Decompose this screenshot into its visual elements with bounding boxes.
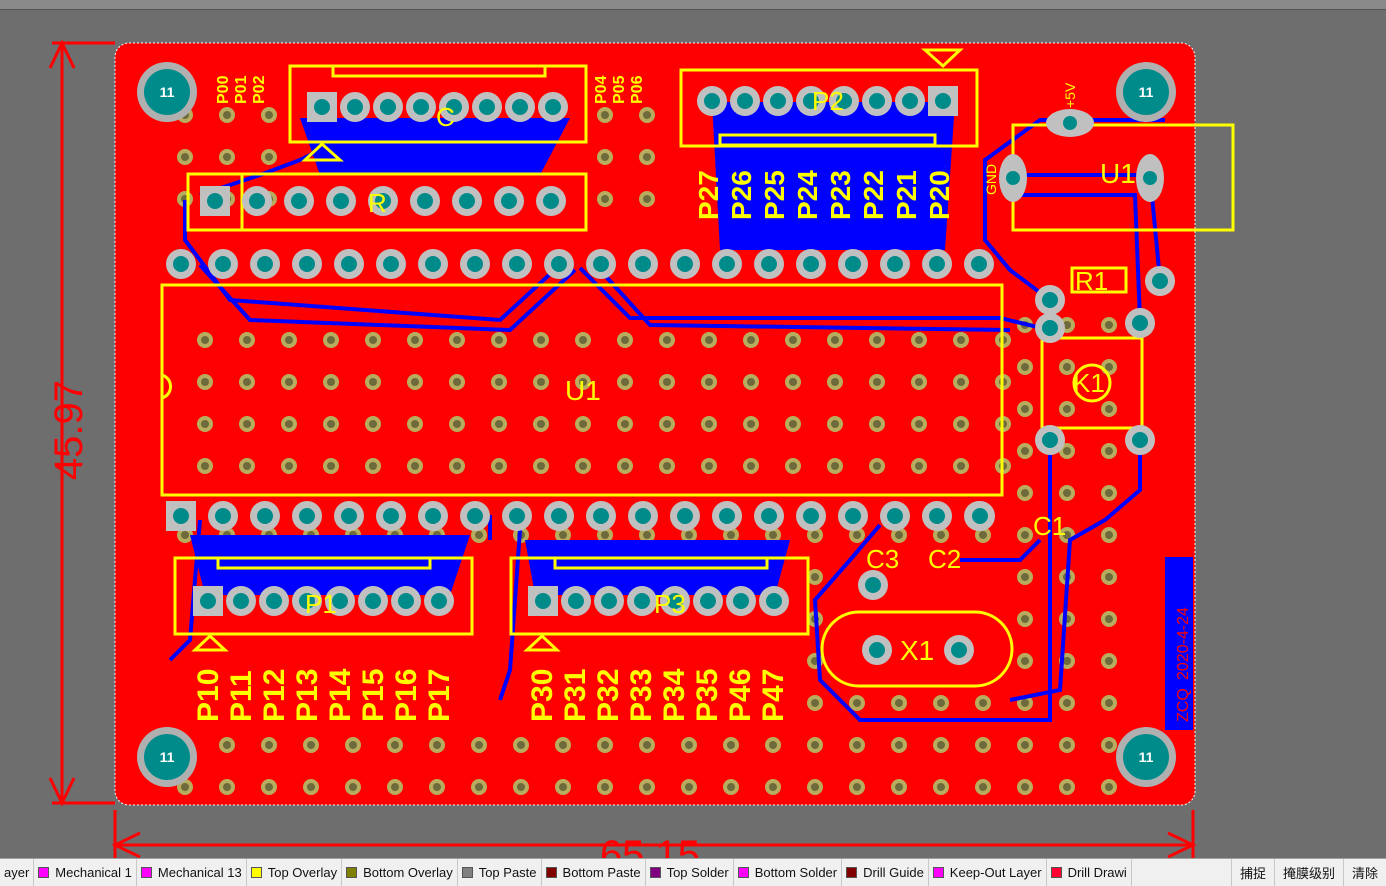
layer-color-swatch	[461, 867, 473, 878]
height-dimension-text: 45.97	[47, 380, 91, 480]
label-gnd: GND	[983, 164, 999, 195]
designator-c2: C2	[928, 544, 961, 574]
date-text: 2020-4-24	[1175, 607, 1192, 680]
layer-tab-label: Drill Guide	[863, 865, 924, 880]
layer-color-swatch	[737, 867, 749, 878]
svg-text:P14: P14	[324, 668, 357, 722]
layer-tab-label: Bottom Solder	[754, 865, 838, 880]
svg-text:P47: P47	[757, 669, 790, 722]
layer-tab-top-overlay[interactable]: Top Overlay	[247, 859, 343, 886]
layer-tabs-bar: ayer Mechanical 1 Mechanical 13 Top Overlay…	[0, 858, 1386, 886]
svg-text:P16: P16	[390, 669, 423, 722]
label-p5v: +5V	[1062, 82, 1078, 108]
svg-text:P20: P20	[924, 170, 955, 220]
svg-text:P15: P15	[357, 669, 390, 722]
svg-text:P31: P31	[559, 669, 592, 722]
layer-tab-label: Mechanical 1	[55, 865, 132, 880]
layer-tab-label: Mechanical 13	[157, 865, 242, 880]
designator-r: R	[368, 188, 387, 218]
svg-text:P13: P13	[291, 669, 324, 722]
svg-text:P33: P33	[625, 669, 658, 722]
layer-tab-label: Top Solder	[666, 865, 729, 880]
svg-text:P35: P35	[691, 669, 724, 722]
layer-tab-mechanical-1[interactable]: Mechanical 1	[34, 859, 137, 886]
designator-c1: C1	[1033, 511, 1066, 541]
layer-tab-label: Top Overlay	[267, 865, 338, 880]
designator-k1: K1	[1073, 368, 1105, 398]
svg-text:P25: P25	[759, 170, 790, 220]
svg-text:P24: P24	[792, 170, 823, 220]
svg-text:P11: P11	[225, 670, 258, 722]
clear-button[interactable]: 清除	[1342, 859, 1386, 886]
svg-text:P32: P32	[592, 669, 625, 722]
svg-text:P23: P23	[825, 170, 856, 220]
svg-text:P12: P12	[258, 669, 291, 722]
layer-tab-top-paste[interactable]: Top Paste	[458, 859, 542, 886]
width-dimension-text: 65.15	[600, 833, 700, 858]
layer-color-swatch	[846, 867, 858, 878]
svg-text:P30: P30	[526, 669, 559, 722]
layer-color-swatch	[38, 867, 50, 878]
designator-p2: P2	[812, 86, 844, 116]
layer-tab-label: Bottom Paste	[562, 865, 641, 880]
layer-tab-mechanical-13[interactable]: Mechanical 13	[137, 859, 247, 886]
layer-tab-label: ayer	[4, 865, 30, 880]
mount-hole-label-bl: 11	[160, 749, 175, 765]
designator-x1: X1	[900, 635, 934, 666]
layer-color-swatch	[1050, 867, 1062, 878]
designator-u1: U1	[565, 375, 601, 406]
mask-level-label: 掩膜级别	[1282, 866, 1335, 881]
layer-tab-label: Bottom Overlay	[363, 865, 453, 880]
layer-tab-bottom-overlay[interactable]: Bottom Overlay	[342, 859, 458, 886]
svg-text:P26: P26	[726, 170, 757, 220]
svg-text:P01: P01	[233, 75, 250, 104]
mask-level-button[interactable]: 掩膜级别	[1273, 859, 1343, 886]
svg-text:P34: P34	[658, 668, 691, 722]
initials-text: ZCQ	[1175, 688, 1192, 722]
svg-text:P04: P04	[593, 75, 610, 104]
layer-tab-bottom-paste[interactable]: Bottom Paste	[542, 859, 646, 886]
layer-tab-keep-out-layer[interactable]: Keep-Out Layer	[929, 859, 1047, 886]
svg-text:P21: P21	[891, 170, 922, 220]
layer-tab-top-solder[interactable]: Top Solder	[646, 859, 734, 886]
layer-tab-drill-drawi[interactable]: Drill Drawi	[1047, 859, 1132, 886]
designator-p3: P3	[654, 589, 686, 619]
designator-u1-power: U1	[1100, 158, 1136, 189]
svg-text:P17: P17	[423, 669, 456, 722]
pcb-board-view[interactable]: 45.97 65.15 11 11 11 11 U1 U1 R1 K1 C1 C…	[0, 0, 1386, 858]
layer-color-swatch	[932, 867, 944, 878]
layer-color-swatch	[649, 867, 661, 878]
designator-p1: P1	[305, 589, 337, 619]
designator-r1: R1	[1075, 266, 1108, 296]
clear-label: 清除	[1351, 866, 1378, 881]
svg-text:P22: P22	[858, 170, 889, 220]
pcb-canvas[interactable]: 45.97 65.15 11 11 11 11 U1 U1 R1 K1 C1 C…	[0, 0, 1386, 858]
svg-text:P02: P02	[251, 75, 268, 104]
layer-tab-drill-guide[interactable]: Drill Guide	[842, 859, 929, 886]
svg-text:P27: P27	[693, 170, 724, 220]
svg-text:P05: P05	[611, 75, 628, 104]
mount-hole-label-br: 11	[1139, 749, 1154, 765]
layer-color-swatch	[140, 867, 152, 878]
mount-hole-label-tl: 11	[160, 84, 175, 100]
layer-tab-bottom-solder[interactable]: Bottom Solder	[734, 859, 843, 886]
mount-hole-label-tr: 11	[1139, 84, 1154, 100]
layer-tab-label: Drill Drawi	[1067, 865, 1127, 880]
layer-tab-label: Top Paste	[478, 865, 537, 880]
layer-color-swatch	[545, 867, 557, 878]
svg-text:P10: P10	[192, 669, 225, 722]
snap-button[interactable]: 捕捉	[1230, 859, 1274, 886]
layer-color-swatch	[250, 867, 262, 878]
svg-text:P06: P06	[629, 75, 646, 104]
svg-text:P00: P00	[215, 75, 232, 104]
svg-text:P46: P46	[724, 669, 757, 722]
layer-tab-label: Keep-Out Layer	[949, 865, 1042, 880]
snap-label: 捕捉	[1239, 866, 1266, 881]
layer-color-swatch	[346, 867, 358, 878]
designator-c3: C3	[866, 544, 899, 574]
designator-p0: C	[436, 102, 455, 132]
layer-tab-ayer[interactable]: ayer	[0, 859, 35, 886]
